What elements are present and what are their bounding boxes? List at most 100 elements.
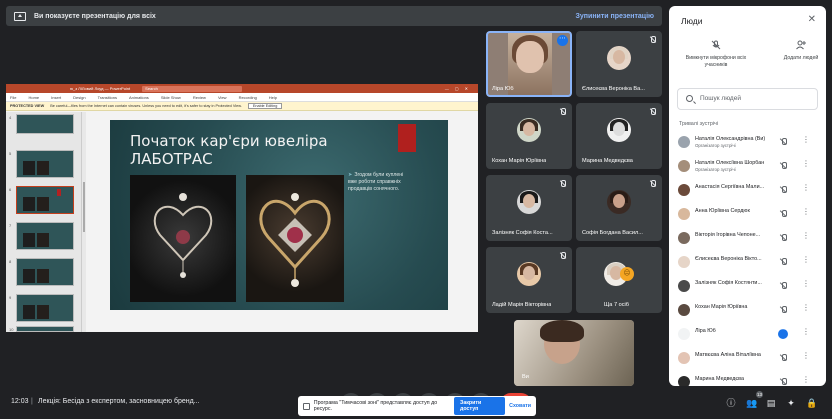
slide-thumb[interactable]: 7 bbox=[9, 222, 74, 250]
close-icon[interactable]: ✕ bbox=[808, 14, 816, 25]
thumb-image bbox=[37, 197, 49, 211]
menu-design[interactable]: Design bbox=[73, 95, 85, 100]
thumb-image bbox=[37, 269, 49, 283]
mic-off-icon[interactable] bbox=[779, 234, 787, 242]
kebab-menu-icon[interactable]: ⋮ bbox=[802, 352, 810, 360]
menu-slideshow[interactable]: Slide Show bbox=[161, 95, 181, 100]
chat-icon[interactable]: ▤ bbox=[766, 398, 776, 408]
jewelry-photo-2 bbox=[246, 175, 344, 302]
add-people-button[interactable]: Додати людей bbox=[781, 40, 821, 62]
slide-number: 8 bbox=[9, 259, 12, 264]
participant-tile[interactable]: Ладій Марія Вікторівна bbox=[486, 247, 572, 313]
mute-all-button[interactable]: Вимкнути мікрофони всіх учасників bbox=[681, 40, 751, 69]
slide-thumb[interactable]: 4 bbox=[9, 114, 74, 134]
mic-off-icon[interactable] bbox=[779, 306, 787, 314]
participant-tile[interactable]: Єлисеєва Вероніка Ва... bbox=[576, 31, 662, 97]
thumb-scrollbar[interactable] bbox=[82, 112, 86, 332]
more-participants-tile[interactable]: ☹ Ща 7 осіб bbox=[576, 247, 662, 313]
speaking-indicator-icon bbox=[778, 327, 788, 339]
mic-off-icon[interactable] bbox=[779, 186, 787, 194]
participant-row[interactable]: Ліра Юб ⋮ bbox=[669, 322, 826, 346]
mic-off-icon[interactable] bbox=[779, 378, 787, 386]
kebab-menu-icon[interactable]: ⋮ bbox=[802, 232, 810, 240]
participant-row[interactable]: Анна Юріївна Сердюк ⋮ bbox=[669, 202, 826, 226]
menu-home[interactable]: Home bbox=[28, 95, 39, 100]
participant-row[interactable]: Залізняк Софія Костянти... ⋮ bbox=[669, 274, 826, 298]
participant-tile-video[interactable]: ⋯ Ліра Юб bbox=[486, 31, 572, 97]
slide-thumb[interactable]: 10 bbox=[9, 326, 74, 332]
mic-off-icon[interactable] bbox=[779, 162, 787, 170]
kebab-menu-icon[interactable]: ⋮ bbox=[802, 328, 810, 336]
participant-row[interactable]: Вікторія Ігорівна Чепоне... ⋮ bbox=[669, 226, 826, 250]
kebab-menu-icon[interactable]: ⋮ bbox=[802, 208, 810, 216]
avatar-face bbox=[523, 266, 535, 280]
info-icon[interactable]: ⓘ bbox=[726, 398, 736, 408]
kebab-menu-icon[interactable]: ⋮ bbox=[802, 304, 810, 312]
participant-tile[interactable]: Кохан Марія Юріївна bbox=[486, 103, 572, 169]
mic-off-icon[interactable] bbox=[779, 258, 787, 266]
participant-tile[interactable]: Залізняк Софія Коста... bbox=[486, 175, 572, 241]
avatar-face bbox=[613, 122, 625, 136]
stop-sharing-button[interactable]: Закрити доступ bbox=[454, 397, 506, 415]
participant-row[interactable]: Анастасія Сергіївна Мали... ⋮ bbox=[669, 178, 826, 202]
participant-row[interactable]: Єлисеєва Вероніка Вікто... ⋮ bbox=[669, 250, 826, 274]
self-view-tile[interactable]: Ви bbox=[514, 320, 634, 386]
host-controls-icon[interactable]: 🔒 bbox=[806, 398, 817, 408]
menu-view[interactable]: View bbox=[218, 95, 227, 100]
stop-presenting-button[interactable]: Зупинити презентацію bbox=[576, 13, 654, 20]
participant-name: Марина Медведєва bbox=[582, 158, 633, 164]
kebab-menu-icon[interactable]: ⋮ bbox=[802, 160, 810, 168]
jewelry-photo-1 bbox=[130, 175, 236, 302]
enable-editing-button[interactable]: Enable Editing bbox=[247, 103, 283, 109]
participant-row-name: Вікторія Ігорівна Чепоне... bbox=[695, 232, 761, 238]
mic-off-icon[interactable] bbox=[779, 138, 787, 146]
more-options-icon[interactable]: ⋯ bbox=[557, 35, 568, 46]
participant-row[interactable]: Наталія Олексіївна Шорбан Організатор зу… bbox=[669, 154, 826, 178]
participant-row[interactable]: Наталія Олександрівна (Ви) Організатор з… bbox=[669, 130, 826, 154]
menu-animations[interactable]: Animations bbox=[129, 95, 149, 100]
menu-insert[interactable]: Insert bbox=[51, 95, 61, 100]
slide-thumb[interactable]: 9 bbox=[9, 294, 74, 322]
activities-icon[interactable]: ✦ bbox=[786, 398, 796, 408]
participant-row[interactable]: Марина Медведєва ⋮ bbox=[669, 370, 826, 386]
participant-row-name: Анна Юріївна Сердюк bbox=[695, 208, 750, 214]
ppt-search[interactable]: Search bbox=[142, 85, 243, 92]
mic-off-icon[interactable] bbox=[779, 282, 787, 290]
notice-grip-icon bbox=[303, 402, 310, 410]
search-icon bbox=[686, 95, 693, 102]
menu-review[interactable]: Review bbox=[193, 95, 206, 100]
protected-view-text: Be careful—files from the Internet can c… bbox=[50, 104, 242, 108]
participant-row[interactable]: Кохан Марія Юріївна ⋮ bbox=[669, 298, 826, 322]
kebab-menu-icon[interactable]: ⋮ bbox=[802, 184, 810, 192]
window-controls[interactable]: —▢✕ bbox=[445, 86, 474, 91]
slide-thumb[interactable]: 5 bbox=[9, 150, 74, 178]
hide-notice-button[interactable]: Сховати bbox=[509, 403, 531, 409]
participant-tile[interactable]: Софія Богдана Васил... bbox=[576, 175, 662, 241]
menu-file[interactable]: File bbox=[10, 95, 16, 100]
thumb-image bbox=[37, 233, 49, 247]
slide-number: 4 bbox=[9, 115, 12, 120]
people-panel: Люди ✕ Вимкнути мікрофони всіх учасників… bbox=[669, 6, 826, 386]
participant-tile[interactable]: Марина Медведєва bbox=[576, 103, 662, 169]
menu-help[interactable]: Help bbox=[269, 95, 277, 100]
slide-number: 9 bbox=[9, 295, 12, 300]
kebab-menu-icon[interactable]: ⋮ bbox=[802, 256, 810, 264]
mic-off-icon[interactable] bbox=[779, 354, 787, 362]
participant-row-name: Кохан Марія Юріївна bbox=[695, 304, 748, 310]
slide-title-line2: ЛАБОТРАС bbox=[130, 150, 213, 168]
kebab-menu-icon[interactable]: ⋮ bbox=[802, 280, 810, 288]
section-label: Тривалі зустрічі bbox=[679, 121, 719, 127]
kebab-menu-icon[interactable]: ⋮ bbox=[802, 376, 810, 384]
avatar bbox=[678, 328, 690, 340]
menu-transitions[interactable]: Transitions bbox=[98, 95, 117, 100]
kebab-menu-icon[interactable]: ⋮ bbox=[802, 136, 810, 144]
people-search-input[interactable]: Пошук людей bbox=[677, 88, 818, 110]
participant-row[interactable]: Матвєєва Аліна Віталіївна ⋮ bbox=[669, 346, 826, 370]
notice-text: Програма "Тимчасові зоні" представляє до… bbox=[313, 400, 438, 412]
menu-recording[interactable]: Recording bbox=[239, 95, 257, 100]
slide-thumb[interactable]: 8 bbox=[9, 258, 74, 286]
people-icon[interactable]: 👥 bbox=[746, 398, 757, 408]
slide-thumb-active[interactable]: 6 bbox=[9, 186, 74, 214]
mic-off-icon[interactable] bbox=[779, 210, 787, 218]
scrollbar-knob[interactable] bbox=[83, 182, 85, 232]
